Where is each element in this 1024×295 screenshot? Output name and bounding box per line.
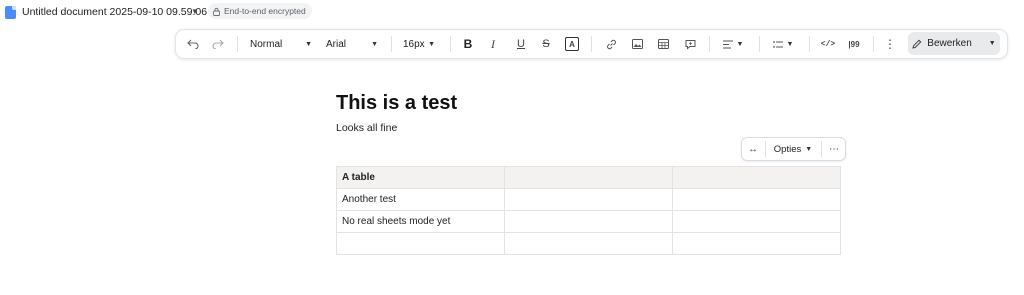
table-cell[interactable]: [504, 210, 673, 233]
document-paragraph[interactable]: Looks all fine: [336, 122, 397, 134]
table-row: [336, 232, 841, 255]
italic-button[interactable]: I: [484, 30, 502, 58]
toolbar-divider: [450, 36, 451, 52]
toolbar-divider: [237, 36, 238, 52]
image-icon[interactable]: [628, 30, 646, 58]
table-cell[interactable]: [504, 232, 673, 255]
document-title[interactable]: Untitled document 2025-09-10 09.59.06: [22, 6, 207, 18]
encryption-badge: End-to-end encrypted: [208, 3, 312, 19]
table-cell[interactable]: [672, 188, 841, 211]
table-cell[interactable]: [336, 232, 505, 255]
chevron-down-icon: ▼: [371, 40, 378, 48]
table-options-dropdown[interactable]: Opties ▼: [767, 138, 819, 160]
more-options-icon[interactable]: ⋮: [883, 30, 897, 58]
encryption-label: End-to-end encrypted: [224, 6, 306, 16]
toolbar-divider: [759, 36, 760, 52]
lock-icon: [212, 7, 221, 16]
link-icon[interactable]: [602, 30, 620, 58]
table-icon[interactable]: [654, 30, 672, 58]
resize-width-icon[interactable]: ↔: [742, 138, 764, 160]
align-left-icon: [722, 39, 733, 49]
chevron-down-icon: ▼: [305, 40, 312, 48]
toolbar-divider: [591, 36, 592, 52]
font-size-value: 16px: [403, 38, 425, 50]
comment-icon[interactable]: [681, 30, 699, 58]
bullet-list-icon: [772, 40, 783, 48]
redo-icon[interactable]: [209, 30, 227, 58]
text-color-icon: A: [565, 37, 579, 51]
document-icon: [5, 6, 16, 19]
table-row: Another test: [336, 188, 841, 211]
document-heading[interactable]: This is a test: [336, 92, 457, 115]
chevron-down-icon[interactable]: ▼: [191, 7, 199, 16]
table-row: No real sheets mode yet: [336, 210, 841, 233]
table-header-cell[interactable]: A table: [336, 166, 505, 189]
table-header-cell[interactable]: [504, 166, 673, 189]
edit-mode-dropdown[interactable]: Bewerken ▼: [908, 32, 1000, 55]
toolbar-divider: [873, 36, 874, 52]
text-color-button[interactable]: A: [563, 30, 581, 58]
bold-button[interactable]: B: [459, 30, 477, 58]
paragraph-style-value: Normal: [250, 38, 283, 50]
font-family-dropdown[interactable]: Arial ▼: [322, 30, 382, 58]
chevron-down-icon: ▼: [805, 145, 813, 153]
table-cell[interactable]: [672, 210, 841, 233]
chevron-down-icon: ▼: [428, 40, 435, 48]
title-bar: Untitled document 2025-09-10 09.59.06 ▼ …: [0, 0, 1024, 24]
font-size-dropdown[interactable]: 16px ▼: [399, 30, 439, 58]
underline-button[interactable]: U: [512, 30, 530, 58]
toolbar-divider: [821, 141, 822, 157]
table-more-icon[interactable]: ⋯: [823, 138, 845, 160]
table-cell[interactable]: [672, 232, 841, 255]
quote-icon[interactable]: |99: [845, 30, 863, 58]
table-cell[interactable]: No real sheets mode yet: [336, 210, 505, 233]
pencil-icon: [912, 39, 922, 49]
code-icon[interactable]: </>: [819, 30, 837, 58]
align-dropdown[interactable]: ▼: [720, 30, 746, 58]
document-table: A table Another test No real sheets mode…: [336, 166, 841, 255]
table-cell[interactable]: [504, 188, 673, 211]
chevron-down-icon: ▼: [988, 40, 996, 47]
list-dropdown[interactable]: ▼: [770, 30, 796, 58]
table-cell[interactable]: Another test: [336, 188, 505, 211]
table-header-row: A table: [336, 166, 841, 189]
chevron-down-icon: ▼: [736, 40, 744, 48]
strikethrough-button[interactable]: S: [537, 30, 555, 58]
toolbar-divider: [709, 36, 710, 52]
toolbar-divider: [809, 36, 810, 52]
paragraph-style-dropdown[interactable]: Normal ▼: [246, 30, 316, 58]
font-family-value: Arial: [326, 38, 347, 50]
table-header-cell[interactable]: [672, 166, 841, 189]
table-options-label: Opties: [773, 143, 802, 155]
toolbar-divider: [391, 36, 392, 52]
table-toolbar: ↔ Opties ▼ ⋯: [741, 137, 846, 161]
toolbar-divider: [765, 141, 766, 157]
undo-icon[interactable]: [184, 30, 202, 58]
editor-toolbar: Normal ▼ Arial ▼ 16px ▼ B I U S A ▼ ▼ </…: [175, 29, 1008, 59]
edit-mode-label: Bewerken: [927, 38, 972, 49]
chevron-down-icon: ▼: [786, 40, 794, 48]
